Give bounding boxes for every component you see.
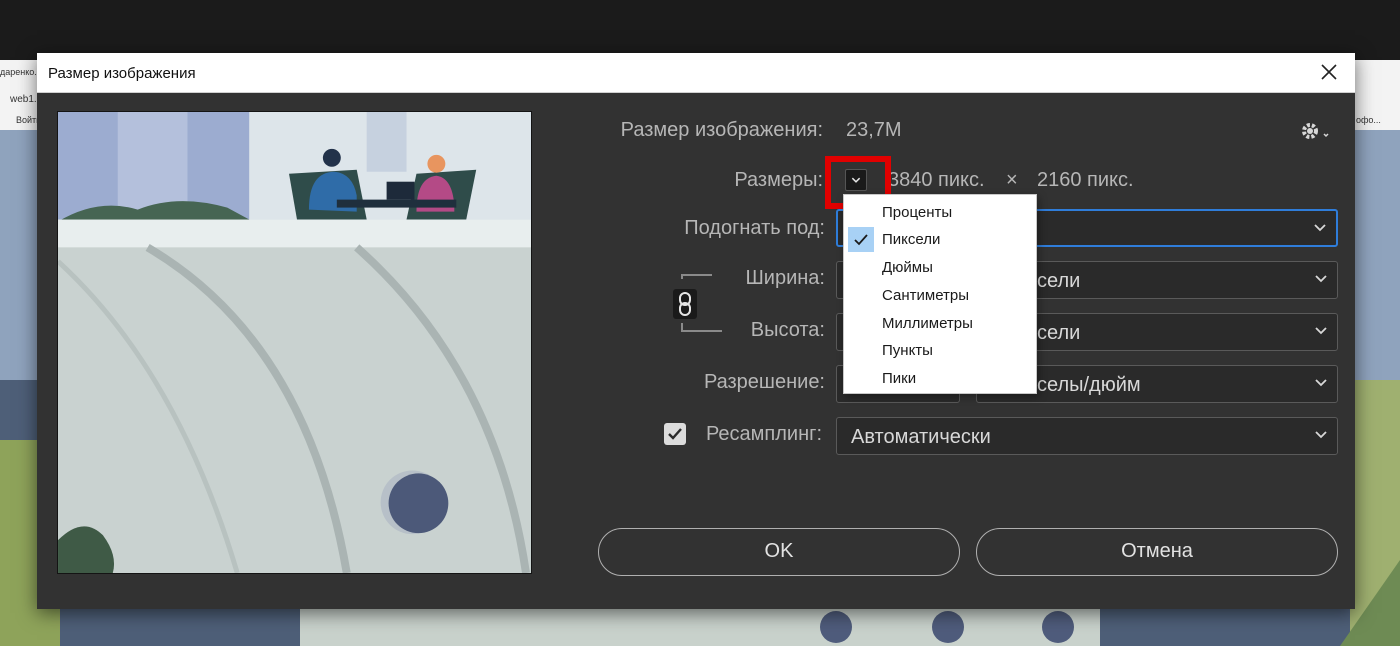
width-unit-text: сели: [1037, 270, 1081, 292]
menu-item-centimeters[interactable]: Сантиметры: [844, 282, 1038, 309]
menu-item-inches[interactable]: Дюймы: [844, 254, 1038, 281]
dimensions-width-value: 3840 пикс.: [888, 169, 985, 191]
checkmark-icon: [854, 234, 868, 246]
ok-button[interactable]: OK: [598, 528, 960, 576]
chevron-down-icon: [1315, 327, 1327, 335]
bookmark-right-fragment: офо...: [1356, 115, 1381, 125]
dimensions-times: ×: [1006, 169, 1018, 191]
menu-item-millimeters[interactable]: Миллиметры: [844, 310, 1038, 337]
selected-marker: [848, 227, 874, 252]
unit-menu: Проценты Пиксели Дюймы Сантиметры Миллим…: [843, 194, 1037, 394]
dialog-title: Размер изображения: [48, 65, 196, 82]
resample-label: Ресамплинг:: [705, 423, 822, 445]
resolution-label: Разрешение:: [703, 371, 825, 393]
dimensions-unit-dropdown[interactable]: [845, 169, 867, 191]
chevron-down-icon: [1315, 379, 1327, 387]
width-label: Ширина:: [745, 267, 825, 289]
menu-item-pixels[interactable]: Пиксели: [844, 226, 1038, 253]
menu-item-percent[interactable]: Проценты: [844, 199, 1038, 226]
close-icon[interactable]: [1317, 60, 1341, 84]
image-preview: [57, 111, 532, 574]
menu-item-points[interactable]: Пункты: [844, 337, 1038, 364]
chevron-down-icon: [851, 177, 861, 183]
gear-icon[interactable]: [1300, 120, 1332, 142]
image-size-value: 23,7M: [846, 119, 902, 141]
cancel-button[interactable]: Отмена: [976, 528, 1338, 576]
fit-to-label: Подогнать под:: [684, 217, 825, 239]
dimensions-height-value: 2160 пикс.: [1037, 169, 1134, 191]
tab-fragment: даренко. К: [0, 67, 40, 77]
height-label: Высота:: [750, 319, 825, 341]
chevron-down-icon: [1315, 275, 1327, 283]
dialog-titlebar: Размер изображения: [37, 53, 1355, 93]
chevron-down-icon: [1314, 224, 1326, 232]
resample-value: Автоматически: [851, 426, 991, 448]
resolution-unit-text: селы/дюйм: [1037, 374, 1141, 396]
link-chain-icon[interactable]: [673, 289, 697, 319]
resample-select[interactable]: Автоматически: [836, 417, 1338, 455]
image-size-label: Размер изображения:: [620, 119, 823, 141]
url-fragment: web1.: [10, 94, 37, 105]
dimensions-label: Размеры:: [734, 169, 823, 191]
height-unit-text: сели: [1037, 322, 1081, 344]
chevron-down-icon: [1315, 431, 1327, 439]
menu-item-picas[interactable]: Пики: [844, 365, 1038, 392]
image-size-dialog: Размер изображения Размер изображения: 2…: [37, 53, 1355, 609]
